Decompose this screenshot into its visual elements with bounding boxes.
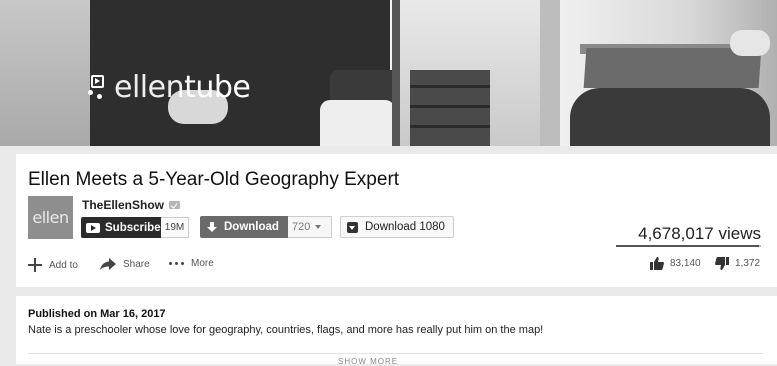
video-player[interactable]: ellentube xyxy=(0,0,777,146)
video-shelf xyxy=(410,70,490,146)
thumbs-up-icon xyxy=(650,257,664,270)
download-box-icon xyxy=(347,221,358,233)
add-to-label: Add to xyxy=(49,259,78,271)
download-1080-button[interactable]: Download 1080 xyxy=(340,216,454,238)
subscriber-count: 19M xyxy=(161,217,189,238)
description-divider xyxy=(28,353,763,354)
channel-row: TheEllenShow xyxy=(82,198,181,212)
more-dots-icon xyxy=(169,262,184,265)
like-button[interactable]: 83,140 xyxy=(650,257,701,270)
more-label: More xyxy=(191,258,214,269)
view-count: 4,678,017 views xyxy=(638,224,761,243)
like-ratio-fill xyxy=(616,245,759,247)
description-text: Nate is a preschooler whose love for geo… xyxy=(28,324,544,336)
download-label: Download xyxy=(224,221,279,233)
video-seat xyxy=(320,100,395,146)
video-title: Ellen Meets a 5-Year-Old Geography Exper… xyxy=(28,169,400,190)
video-shelf-line xyxy=(410,125,490,128)
video-info-card: Ellen Meets a 5-Year-Old Geography Exper… xyxy=(16,154,777,287)
like-ratio-bar xyxy=(616,245,761,247)
download-quality-select[interactable]: 720 xyxy=(288,216,332,238)
video-shelf-line xyxy=(410,105,490,108)
like-count: 83,140 xyxy=(670,258,701,269)
download-quality-value: 720 xyxy=(292,221,311,233)
thumbs-down-icon xyxy=(715,257,729,270)
video-hand-right xyxy=(730,30,770,56)
description-card: Published on Mar 16, 2017 Nate is a pres… xyxy=(16,296,777,366)
download-button[interactable]: Download xyxy=(200,216,288,238)
verified-icon xyxy=(169,201,181,209)
dislike-count: 1,372 xyxy=(735,258,761,269)
download-1080-label: Download 1080 xyxy=(365,221,445,233)
plus-icon xyxy=(28,258,42,272)
avatar-text: ellen xyxy=(32,208,69,227)
ellentube-logo: ellentube xyxy=(88,70,251,105)
show-more-button[interactable]: SHOW MORE xyxy=(338,357,398,366)
video-split-divider xyxy=(392,0,400,146)
ellentube-logo-icon xyxy=(88,74,108,101)
subscribe-button[interactable]: Subscribe xyxy=(81,217,161,238)
youtube-play-icon xyxy=(86,222,100,233)
share-button[interactable]: Share xyxy=(100,258,150,270)
channel-name-link[interactable]: TheEllenShow xyxy=(82,198,164,212)
chevron-down-icon xyxy=(315,225,322,229)
more-button[interactable]: More xyxy=(169,258,214,269)
subscribe-label: Subscribe xyxy=(105,221,161,234)
video-jeans xyxy=(570,88,770,146)
add-to-button[interactable]: Add to xyxy=(28,258,78,272)
ellentube-wordmark: ellentube xyxy=(114,70,251,105)
publish-date: Published on Mar 16, 2017 xyxy=(28,308,166,320)
video-chair xyxy=(0,0,90,146)
share-arrow-icon xyxy=(100,258,116,270)
channel-avatar[interactable]: ellen xyxy=(28,196,73,239)
share-label: Share xyxy=(123,258,150,270)
video-shelf-line xyxy=(410,85,490,88)
download-arrow-icon xyxy=(207,221,217,233)
dislike-button[interactable]: 1,372 xyxy=(715,257,760,270)
